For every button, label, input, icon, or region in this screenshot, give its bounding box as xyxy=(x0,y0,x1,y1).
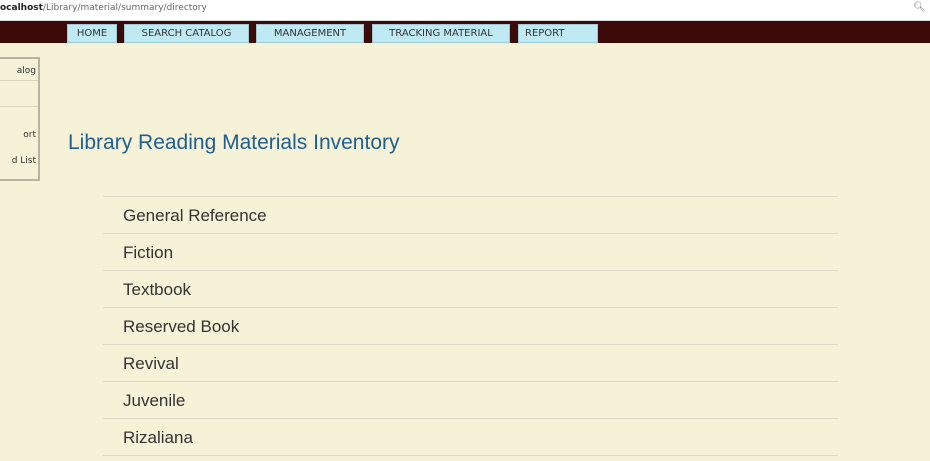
sidebar-item-list[interactable]: d List xyxy=(0,151,38,171)
nav-tracking-material[interactable]: TRACKING MATERIAL xyxy=(372,24,510,43)
url-text[interactable]: ocalhost/Library/material/summary/direct… xyxy=(0,3,207,13)
category-juvenile[interactable]: Juvenile xyxy=(103,382,838,419)
page-title: Library Reading Materials Inventory xyxy=(68,131,400,154)
sidebar-item-blank[interactable] xyxy=(0,87,38,107)
category-general-reference[interactable]: General Reference xyxy=(103,197,838,234)
top-navbar: HOME SEARCH CATALOG MANAGEMENT TRACKING … xyxy=(0,21,930,43)
category-textbook[interactable]: Textbook xyxy=(103,271,838,308)
category-list: General Reference Fiction Textbook Reser… xyxy=(103,196,838,456)
url-path: /Library/material/summary/directory xyxy=(42,3,207,13)
address-bar[interactable]: ocalhost/Library/material/summary/direct… xyxy=(0,0,930,21)
category-rizaliana[interactable]: Rizaliana xyxy=(103,419,838,456)
category-revival[interactable]: Revival xyxy=(103,345,838,382)
url-host: ocalhost xyxy=(0,3,43,13)
nav-home[interactable]: HOME xyxy=(67,24,117,43)
category-fiction[interactable]: Fiction xyxy=(103,234,838,271)
nav-management[interactable]: MANAGEMENT xyxy=(256,24,364,43)
nav-report[interactable]: REPORT xyxy=(518,24,598,43)
category-reserved-book[interactable]: Reserved Book xyxy=(103,308,838,345)
sidebar-menu: alog ort d List xyxy=(0,57,40,181)
sidebar-item-report[interactable]: ort xyxy=(0,125,38,145)
nav-search-catalog[interactable]: SEARCH CATALOG xyxy=(124,24,249,43)
sidebar-item-catalog[interactable]: alog xyxy=(0,61,38,81)
zoom-icon[interactable]: 🔍︎ xyxy=(913,2,926,13)
